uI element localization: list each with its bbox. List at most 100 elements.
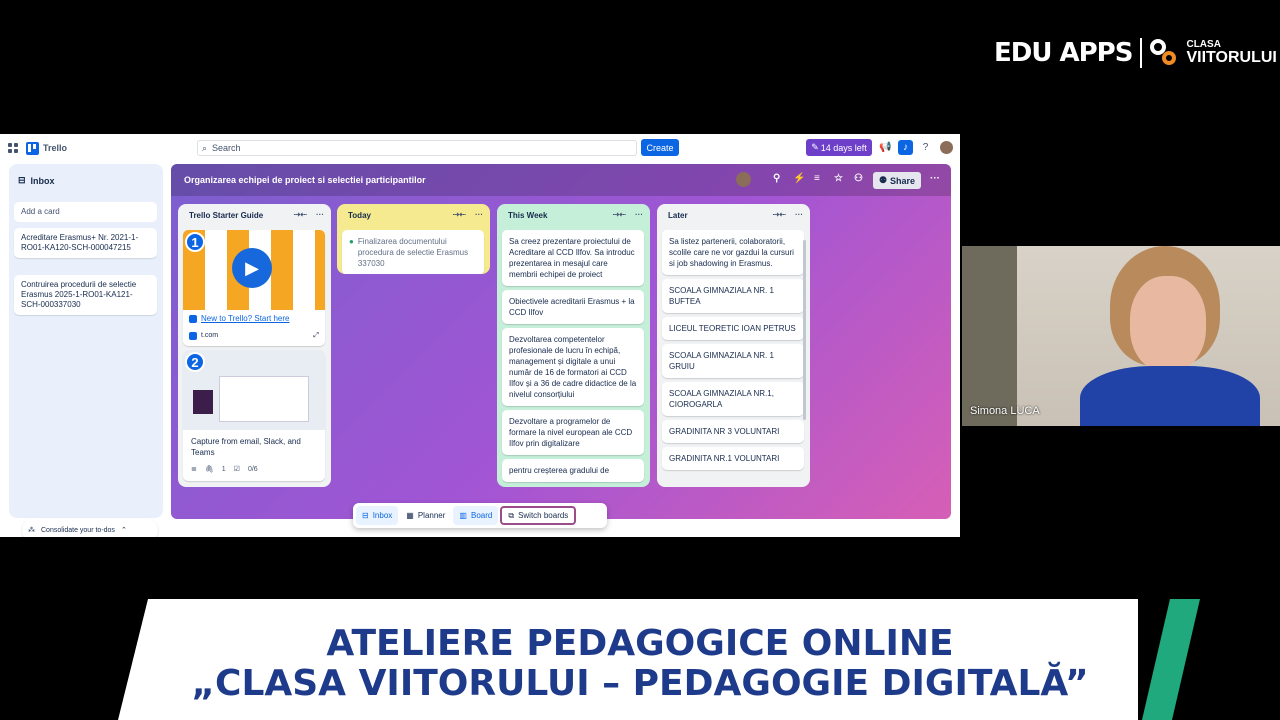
trello-topbar: Trello ⌕ Search Create ✎ 14 days left 📢 … xyxy=(0,134,960,162)
edu-apps-logo: EDU APPS CLASA VIITORULUI xyxy=(994,36,1277,70)
inbox-title: Inbox xyxy=(30,175,55,186)
nav-inbox[interactable]: ⊟ Inbox xyxy=(356,506,399,525)
inbox-header: ⊟ Inbox xyxy=(18,175,55,186)
card-title: Capture from email, Slack, and Teams xyxy=(191,437,301,457)
trello-logo[interactable]: Trello xyxy=(26,141,68,155)
search-input[interactable]: ⌕ Search xyxy=(197,140,637,156)
guide-card-2[interactable]: 2 Capture from email, Slack, and Teams ≣… xyxy=(183,350,325,481)
member-avatar[interactable] xyxy=(736,172,751,187)
trello-link-icon xyxy=(189,314,197,323)
screenshot-thumb xyxy=(193,390,213,414)
trial-label: 14 days left xyxy=(820,142,867,153)
more-icon[interactable]: ··· xyxy=(930,173,940,184)
nav-board[interactable]: ▥ Board xyxy=(453,506,499,525)
inbox-icon: ⊟ xyxy=(362,511,369,520)
list-menu-icon[interactable]: ··· xyxy=(475,210,483,219)
face xyxy=(1130,276,1206,372)
blue-top xyxy=(1080,366,1260,426)
screenshot-thumb xyxy=(219,376,309,422)
collapse-icon[interactable]: ⇢⇠ xyxy=(613,210,626,219)
inbox-icon: ⊟ xyxy=(18,175,26,185)
logo-brand: EDU APPS xyxy=(994,38,1133,68)
inbox-card[interactable]: Contruirea procedurii de selectie Erasmu… xyxy=(14,275,157,315)
bell-icon[interactable]: ♪ xyxy=(898,140,913,155)
later-card[interactable]: GRADINITA NR 3 VOLUNTARI xyxy=(662,420,804,443)
list-title[interactable]: Trello Starter Guide xyxy=(189,211,263,220)
inbox-panel: ⊟ Inbox Add a card Acreditare Erasmus+ N… xyxy=(9,164,163,537)
collapse-icon[interactable]: ⇢⇠ xyxy=(773,210,786,219)
week-card[interactable]: Dezvoltare a programelor de formare la n… xyxy=(502,410,644,455)
guide-thumbnail-2: 2 xyxy=(183,350,325,430)
week-card[interactable]: pentru creșterea gradului de xyxy=(502,459,644,482)
search-icon: ⌕ xyxy=(202,142,208,153)
board-icon: ▥ xyxy=(459,511,467,520)
list-menu-icon[interactable]: ··· xyxy=(795,210,803,219)
app-switcher-icon[interactable] xyxy=(8,143,18,153)
logo-sub2: VIITORULUI xyxy=(1186,49,1277,66)
week-card[interactable]: Obiectivele acreditarii Erasmus + la CCD… xyxy=(502,290,644,324)
trial-badge[interactable]: ✎ 14 days left xyxy=(806,139,872,156)
expand-icon[interactable]: ⤢ xyxy=(313,330,319,341)
link-source: t.com xyxy=(201,332,219,339)
nav-planner[interactable]: ▦ Planner xyxy=(400,506,451,525)
start-here-link[interactable]: New to Trello? Start here xyxy=(201,313,289,324)
today-card[interactable]: ● Finalizarea documentului procedura de … xyxy=(342,230,484,274)
collapse-icon[interactable]: ⇢⇠ xyxy=(294,210,307,219)
later-card[interactable]: Sa listez partenerii, colaboratorii, sco… xyxy=(662,230,804,275)
star-icon[interactable]: ☆ xyxy=(834,173,843,184)
filter-icon[interactable]: ≡ xyxy=(814,173,820,184)
trello-icon xyxy=(26,141,39,155)
visibility-icon[interactable]: ⚇ xyxy=(854,173,863,184)
logo-separator xyxy=(1140,38,1143,68)
bottom-nav: ⊟ Inbox ▦ Planner ▥ Board ⧉ Switch boards xyxy=(353,503,607,528)
share-button[interactable]: ⚉ Share xyxy=(873,172,921,189)
guide-card-1[interactable]: 1 ▶ New to Trello? Start here t.com ⤢ xyxy=(183,230,325,346)
logo-subtitle: CLASA VIITORULUI xyxy=(1186,40,1276,66)
automation-icon[interactable]: ⚡ xyxy=(793,173,805,184)
check-circle-icon[interactable]: ● xyxy=(349,236,354,269)
attachment-count: 1 xyxy=(221,466,226,473)
description-icon: ≣ xyxy=(191,466,197,473)
list-title[interactable]: This Week xyxy=(508,211,547,220)
create-button[interactable]: Create xyxy=(641,139,679,156)
later-card[interactable]: SCOALA GIMNAZIALA NR.1, CIOROGARLA xyxy=(662,382,804,416)
megaphone-icon[interactable]: 📢 xyxy=(879,141,892,154)
list-later: Later ⇢⇠ ··· Sa listez partenerii, colabo… xyxy=(657,204,810,487)
later-card[interactable]: LICEUL TEORETIC IOAN PETRUS xyxy=(662,317,804,340)
later-card[interactable]: SCOALA GIMNAZIALA NR. 1 BUFTEA xyxy=(662,279,804,313)
list-menu-icon[interactable]: ··· xyxy=(635,210,643,219)
inbox-card[interactable]: Acreditare Erasmus+ Nr. 2021-1-RO01-KA12… xyxy=(14,228,157,258)
list-menu-icon[interactable]: ··· xyxy=(316,210,324,219)
list-today: Today ⇢⇠ ··· ● Finalizarea documentului p… xyxy=(337,204,490,274)
play-icon[interactable]: ▶ xyxy=(232,248,272,288)
week-card[interactable]: Dezvoltarea competentelor profesionale d… xyxy=(502,328,644,406)
list-scrollbar[interactable] xyxy=(803,240,806,420)
list-starter-guide: Trello Starter Guide ⇢⇠ ··· 1 ▶ New to Tr… xyxy=(178,204,331,487)
checklist-count: 0/6 xyxy=(247,466,258,473)
calendar-icon: ▦ xyxy=(406,511,414,520)
user-avatar[interactable] xyxy=(940,141,953,154)
add-person-icon: ⚉ xyxy=(878,175,888,185)
add-card-input[interactable]: Add a card xyxy=(14,202,157,222)
shared-screen: Trello ⌕ Search Create ✎ 14 days left 📢 … xyxy=(0,134,960,537)
clock-icon: ✎ xyxy=(811,142,819,152)
collapse-icon[interactable]: ⇢⇠ xyxy=(453,210,466,219)
later-card[interactable]: GRADINITA NR.1 VOLUNTARI xyxy=(662,447,804,470)
participant-video: Simona LUCA xyxy=(962,246,1280,426)
switch-boards-button[interactable]: ⧉ Switch boards xyxy=(500,506,577,525)
card-title: Finalizarea documentului procedura de se… xyxy=(357,237,469,268)
app-name: Trello xyxy=(43,143,68,153)
attachment-icon: 🖇 xyxy=(204,466,214,473)
board-title[interactable]: Organizarea echipei de proiect si select… xyxy=(184,175,426,185)
search-placeholder: Search xyxy=(212,143,241,153)
week-card[interactable]: Sa creez prezentare proiectului de Acred… xyxy=(502,230,644,286)
list-title[interactable]: Later xyxy=(668,211,688,220)
nav-inbox-label: Inbox xyxy=(372,511,393,520)
list-title[interactable]: Today xyxy=(348,211,371,220)
power-ups-icon[interactable]: ⚲ xyxy=(773,173,780,184)
later-card[interactable]: SCOALA GIMNAZIALA NR. 1 GRUIU xyxy=(662,344,804,378)
help-icon[interactable]: ? xyxy=(919,141,932,154)
checklist-icon: ☑ xyxy=(233,466,240,473)
background-shelf xyxy=(962,246,1017,426)
consolidate-todos-button[interactable]: ⁂ Consolidate your to-dos ⌃ xyxy=(22,518,158,537)
